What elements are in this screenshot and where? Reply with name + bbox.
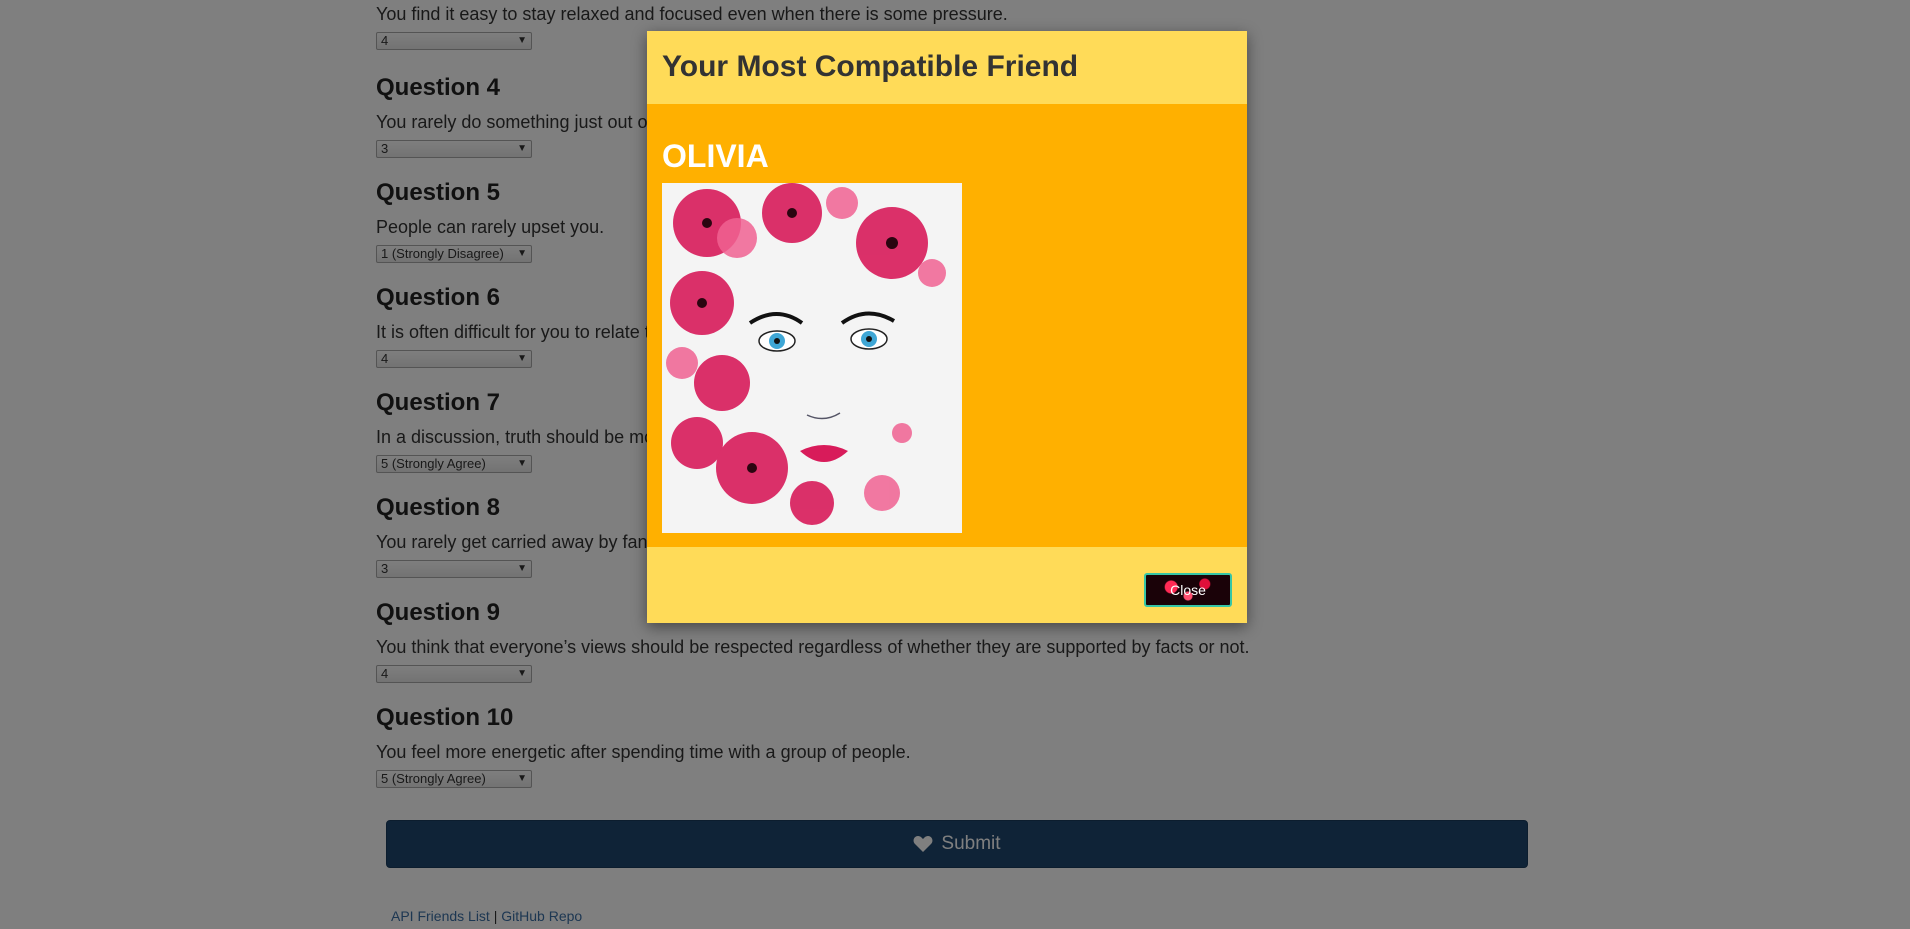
modal-header: Your Most Compatible Friend xyxy=(647,31,1247,104)
compatible-friend-modal: Your Most Compatible Friend OLIVIA Close xyxy=(647,31,1247,623)
modal-body: OLIVIA xyxy=(647,104,1247,547)
modal-footer: Close xyxy=(647,547,1247,623)
friend-name: OLIVIA xyxy=(662,138,769,174)
friend-photo xyxy=(662,183,962,533)
close-button[interactable]: Close xyxy=(1144,573,1232,607)
modal-title: Your Most Compatible Friend xyxy=(662,50,1079,83)
